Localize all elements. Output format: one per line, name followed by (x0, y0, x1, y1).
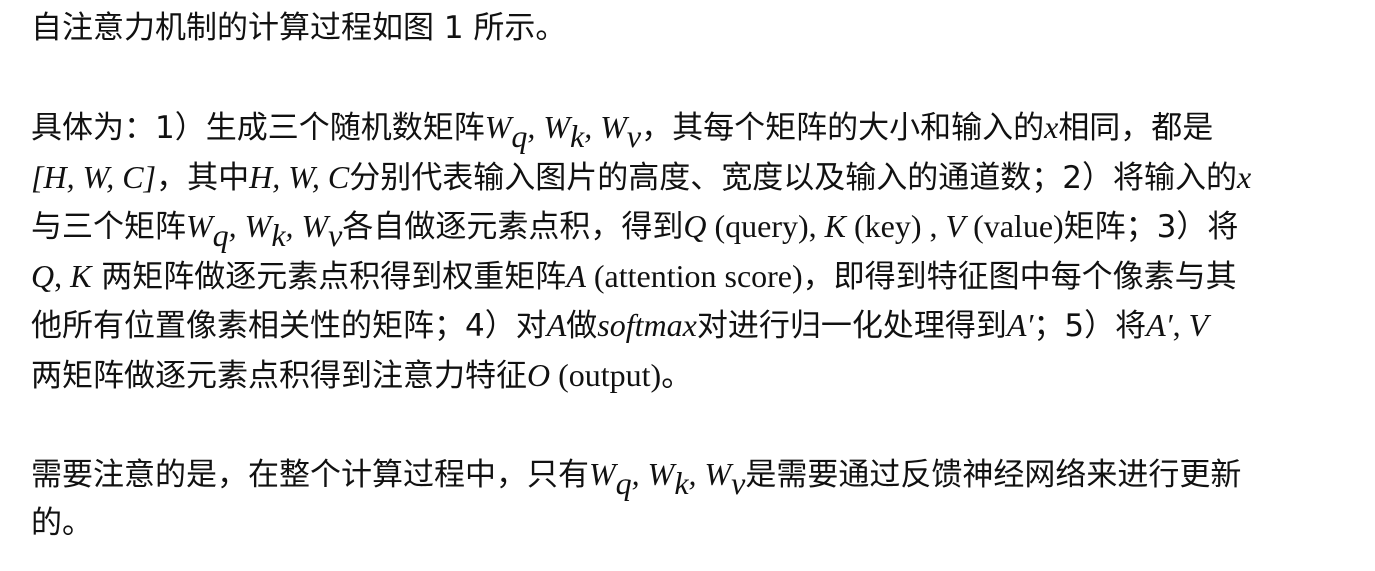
text-line: 自注意力机制的计算过程如图 1 所示。 (31, 4, 1361, 54)
paragraph: 具体为：1）生成三个随机数矩阵Wq, Wk, Wv，其每个矩阵的大小和输入的x相… (31, 103, 1361, 400)
math-run: x (1236, 158, 1252, 195)
text-run: 他所有位置像素相关性的矩阵；4）对 (31, 308, 547, 344)
text-line: 与三个矩阵Wq, Wk, Wv各自做逐元素点积，得到Q (query), K (… (31, 202, 1361, 252)
math-run: A (546, 307, 567, 343)
math-subscript: k (674, 464, 689, 501)
text-run: 需要注意的是，在整个计算过程中，只有 (31, 456, 589, 493)
text-run: ，即得到特征图中每个像素与其 (802, 258, 1237, 295)
math-run: K (824, 208, 846, 244)
math-run: H, W, C (249, 158, 350, 195)
math-run: V (1188, 307, 1209, 343)
text-run: ，其每个矩阵的大小和输入的 (641, 110, 1045, 146)
roman-run: , (1172, 307, 1189, 343)
math-subscript: q (511, 117, 528, 154)
text-line: 具体为：1）生成三个随机数矩阵Wq, Wk, Wv，其每个矩阵的大小和输入的x相… (31, 103, 1361, 153)
text-line: [H, W, C]，其中H, W, C分别代表输入图片的高度、宽度以及输入的通道… (31, 153, 1361, 203)
roman-run: (query), (706, 208, 825, 244)
math-run: , W (228, 208, 272, 244)
math-run: K (70, 257, 92, 294)
text-run: 两矩阵做逐元素点积得到权重矩阵 (91, 258, 567, 295)
text-run: 是需要通过反馈神经网络来进行更新 (745, 456, 1242, 493)
math-subscript: v (626, 117, 642, 154)
math-subscript: q (212, 216, 229, 253)
text-run: 矩阵；3）将 (1063, 209, 1239, 245)
text-run: 两矩阵做逐元素点积得到注意力特征 (31, 357, 527, 394)
roman-run: , (54, 257, 71, 294)
text-line: 的。 (31, 499, 1361, 549)
math-subscript: k (570, 117, 585, 154)
math-run: O (527, 356, 551, 393)
text-run: 对进行归一化处理得到 (696, 308, 1007, 344)
math-run: A (566, 257, 586, 294)
roman-run: (output) (550, 356, 662, 393)
text-run: 与三个矩阵 (31, 209, 186, 245)
text-run: 分别代表输入图片的高度、宽度以及输入的通道数；2）将输入的 (349, 159, 1237, 196)
math-run: A′ (1146, 307, 1173, 343)
math-run: , W (584, 109, 627, 145)
roman-run: (attention score) (585, 257, 803, 294)
text-run: 各自做逐元素点积，得到 (342, 209, 684, 245)
math-run: x (1044, 109, 1059, 145)
math-run: , W (631, 455, 675, 492)
math-run: , W (688, 455, 732, 492)
math-run: A′ (1006, 307, 1034, 343)
roman-run: (key) , (846, 208, 946, 244)
math-run: Q (683, 208, 707, 244)
text-line: 需要注意的是，在整个计算过程中，只有Wq, Wk, Wv是需要通过反馈神经网络来… (31, 450, 1361, 500)
text-run: 自注意力机制的计算过程如图 1 所示。 (31, 10, 567, 46)
math-run: [H, W, C] (31, 158, 157, 195)
math-subscript: q (615, 464, 632, 501)
math-subscript: k (271, 216, 286, 253)
text-run: 做 (566, 308, 598, 344)
text-line: 两矩阵做逐元素点积得到注意力特征O (output)。 (31, 351, 1361, 401)
math-run: V (945, 208, 966, 244)
math-run: W (484, 109, 512, 145)
math-subscript: v (731, 464, 746, 501)
text-run: 具体为：1）生成三个随机数矩阵 (31, 110, 485, 146)
math-run: softmax (597, 307, 697, 343)
math-subscript: v (328, 216, 343, 253)
text-run: ，其中 (156, 159, 250, 196)
text-run: 。 (661, 357, 693, 394)
roman-run: (value) (965, 208, 1064, 244)
math-run: Q (31, 257, 55, 294)
paragraph: 需要注意的是，在整个计算过程中，只有Wq, Wk, Wv是需要通过反馈神经网络来… (31, 450, 1361, 549)
text-run: 相同，都是 (1058, 110, 1214, 146)
paragraph: 自注意力机制的计算过程如图 1 所示。 (31, 4, 1361, 54)
text-line: 他所有位置像素相关性的矩阵；4）对A做softmax对进行归一化处理得到A′；5… (31, 301, 1361, 351)
text-line: Q, K 两矩阵做逐元素点积得到权重矩阵A (attention score)，… (31, 252, 1361, 302)
math-run: , W (527, 109, 571, 145)
document-body: 自注意力机制的计算过程如图 1 所示。 具体为：1）生成三个随机数矩阵Wq, Wk… (31, 4, 1361, 549)
math-run: , W (285, 208, 329, 244)
text-run: 的。 (31, 505, 93, 541)
math-run: W (589, 455, 616, 492)
math-run: W (186, 208, 213, 244)
text-run: ；5）将 (1033, 308, 1147, 344)
